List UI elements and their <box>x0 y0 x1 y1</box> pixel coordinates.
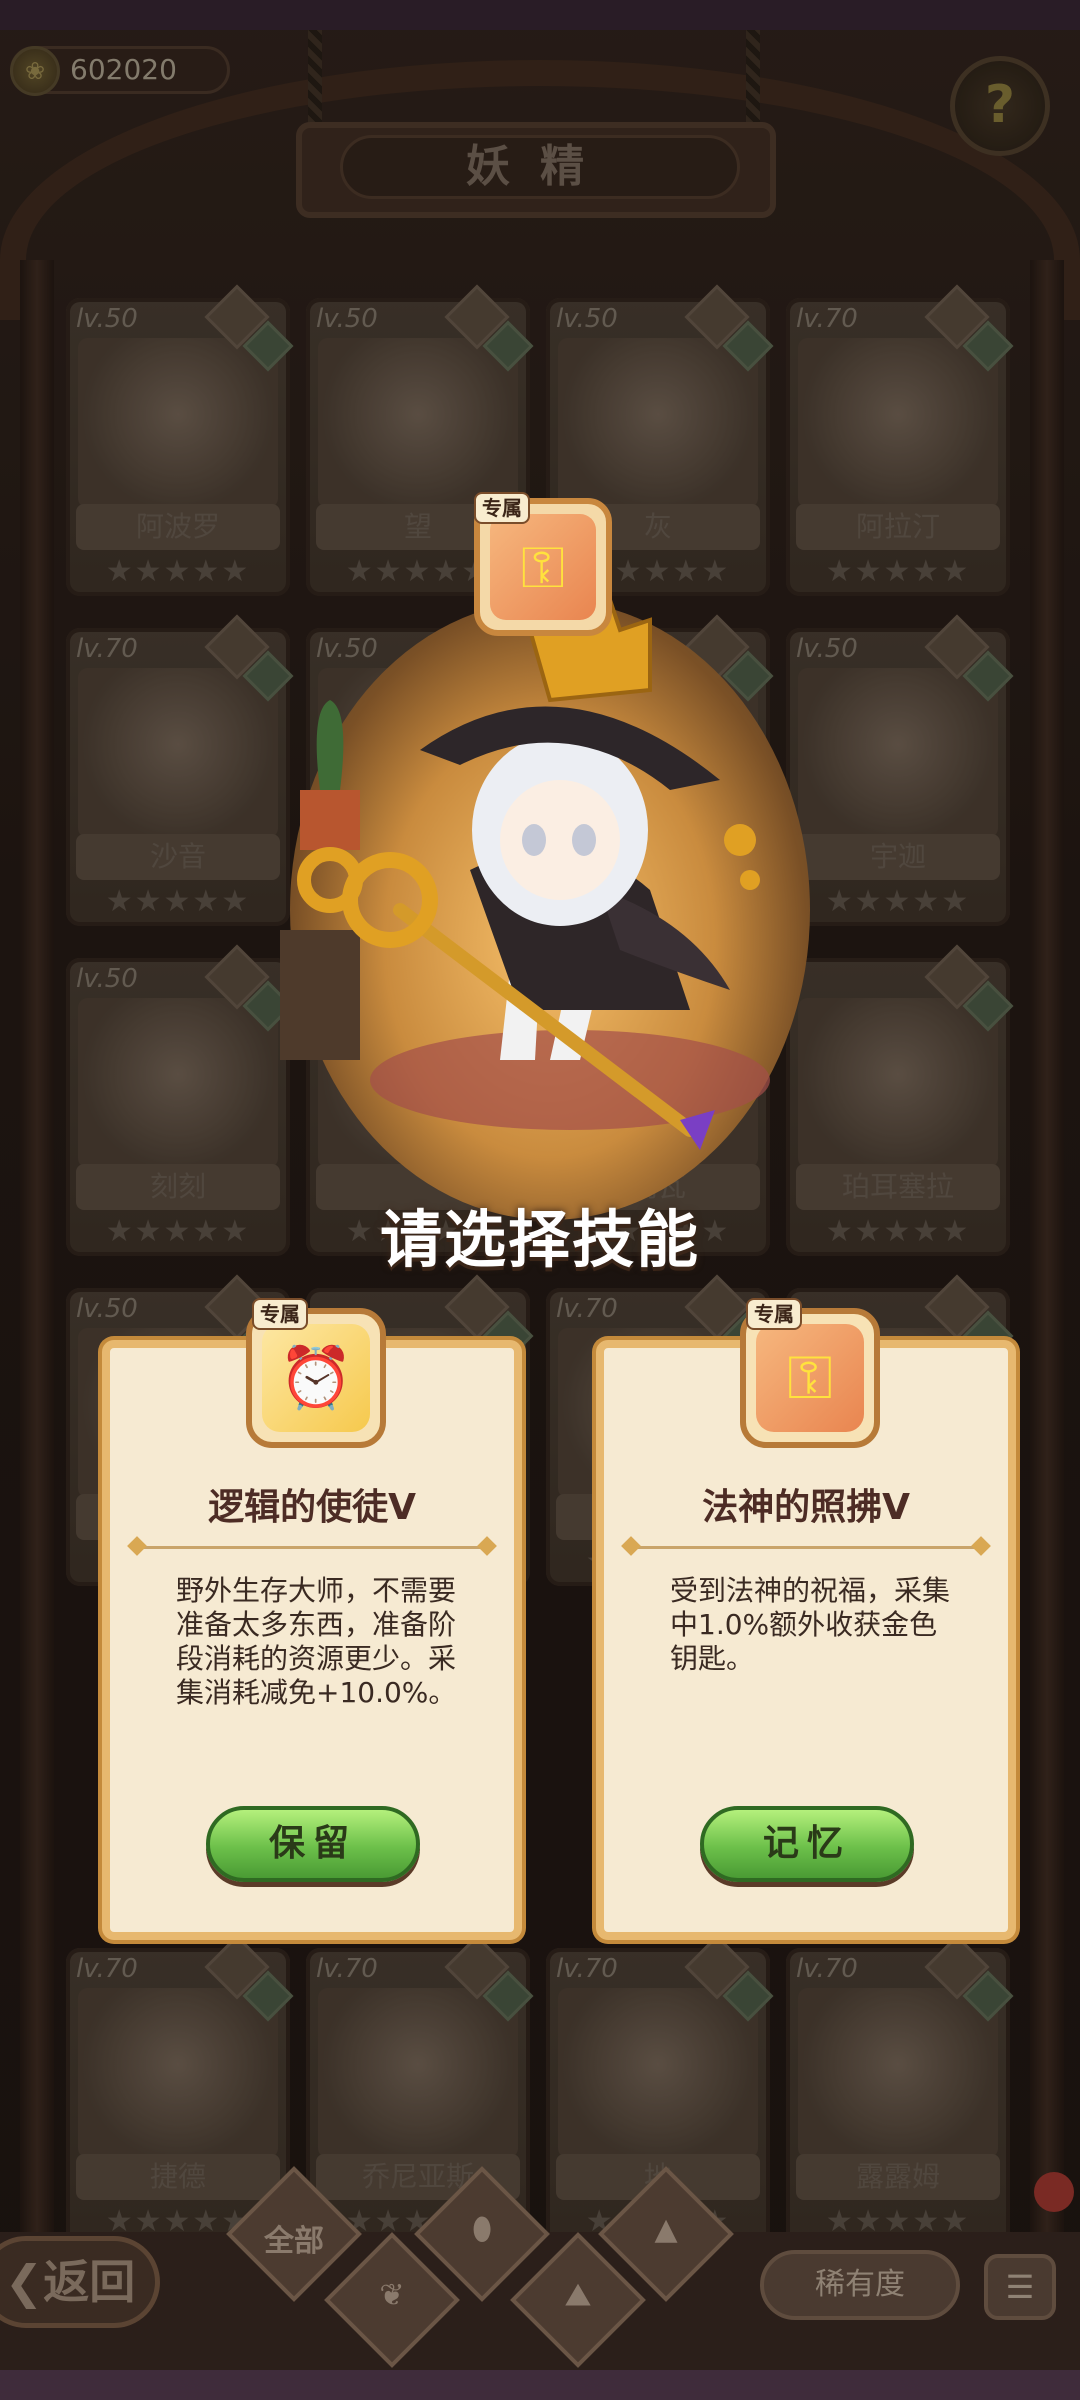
featured-character <box>280 596 770 1150</box>
golden-key-icon: ⚿ <box>520 533 566 601</box>
choose-skill-title: 请选择技能 <box>379 1203 700 1276</box>
skill-card-mage: ⚿ 专属 法神的照拂V 受到法神的祝福，采集中1.0%额外收获金色钥匙。 记忆 <box>596 1298 1016 1940</box>
divider <box>634 1546 978 1549</box>
plant-pot <box>300 790 360 850</box>
skill-description: 野外生存大师，不需要准备太多东西，准备阶段消耗的资源更少。采集消耗减免+10.0… <box>176 1574 457 1709</box>
tab-all-label: 全部 <box>264 2224 324 2259</box>
skill-name: 法神的照拂V <box>702 1487 910 1528</box>
skill-icon-frame: ⏰ 专属 <box>246 1298 386 1448</box>
cactus <box>316 700 344 790</box>
keep-button[interactable]: 保留 <box>206 1806 420 1882</box>
rarity-sort-button[interactable]: 稀有度 <box>760 2250 960 2320</box>
back-label: 返回 <box>43 2255 136 2309</box>
exclusive-tag: 专属 <box>252 1298 308 1330</box>
remember-button[interactable]: 记忆 <box>700 1806 914 1882</box>
sprout-icon: ❦ <box>379 2278 405 2313</box>
alarm-clock-icon: ⏰ <box>278 1343 354 1413</box>
mountain-icon: ⛰ <box>565 2278 591 2313</box>
sort-order-icon[interactable]: ☰ <box>984 2254 1056 2320</box>
egg-icon: ⬮ <box>472 2212 492 2247</box>
bottom-strip <box>0 2370 1080 2400</box>
crate <box>280 930 360 1060</box>
back-arrow-icon: ❮ <box>4 2255 44 2309</box>
skill-icon-frame: ⚿ 专属 <box>740 1298 880 1448</box>
skill-name: 逻辑的使徒V <box>208 1487 416 1528</box>
ladybug-icon <box>1034 2172 1074 2212</box>
golden-key-icon: ⚿ <box>787 1343 833 1413</box>
back-button[interactable]: ❮返回 <box>0 2236 160 2328</box>
featured-skill-badge: ⚿ 专属 <box>474 492 612 636</box>
skill-description: 受到法神的祝福，采集中1.0%额外收获金色钥匙。 <box>670 1574 951 1675</box>
peak-icon: ▲ <box>654 2212 678 2247</box>
skill-card-logic: ⏰ 专属 逻辑的使徒V 野外生存大师，不需要准备太多东西，准备阶段消耗的资源更少… <box>102 1298 522 1940</box>
divider <box>140 1546 484 1549</box>
exclusive-tag: 专属 <box>746 1298 802 1330</box>
exclusive-tag: 专属 <box>474 492 530 524</box>
